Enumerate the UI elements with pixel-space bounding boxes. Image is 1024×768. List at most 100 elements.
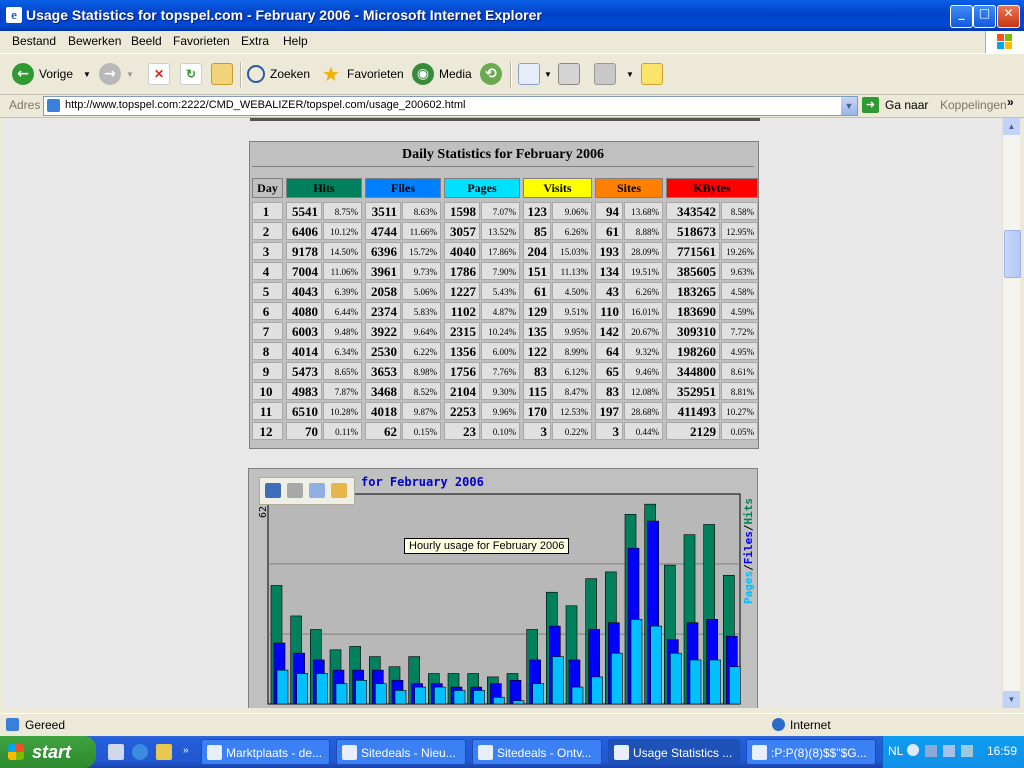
tray-app-icon[interactable] <box>961 745 973 757</box>
home-button[interactable] <box>211 62 233 86</box>
percent-cell: 12.08% <box>624 382 663 400</box>
value-cell: 198260 <box>666 342 720 360</box>
stop-button[interactable]: ✕ <box>148 62 170 86</box>
percent-cell: 6.44% <box>323 302 362 320</box>
refresh-button[interactable]: ↻ <box>180 62 202 86</box>
table-row: 2 6406 10.12% 4744 11.66% 3057 13.52% 85 6.26% 61… <box>252 222 758 241</box>
bar-pages <box>512 700 525 705</box>
percent-cell: 9.64% <box>402 322 441 340</box>
print-icon <box>558 63 580 85</box>
minimize-button[interactable]: _ <box>950 5 973 28</box>
value-cell: 4040 <box>444 242 480 260</box>
forward-button[interactable]: → ▼ <box>99 62 134 86</box>
start-button[interactable]: start <box>0 736 96 768</box>
media-button[interactable]: ◉ Media <box>412 62 472 86</box>
day-cell: 7 <box>252 322 283 340</box>
maximize-button[interactable]: □ <box>973 5 996 28</box>
window-icon <box>478 745 493 760</box>
folder-icon[interactable] <box>331 483 347 498</box>
menu-beeld[interactable]: Beeld <box>131 34 162 48</box>
bar-pages <box>689 659 702 705</box>
bar-pages <box>434 686 446 705</box>
tray-arrow-icon[interactable] <box>907 744 919 756</box>
value-cell: 142 <box>595 322 623 340</box>
search-button[interactable]: Zoeken <box>247 62 310 86</box>
bar-pages <box>355 679 367 705</box>
menu-favorieten[interactable]: Favorieten <box>173 34 230 48</box>
value-cell: 2104 <box>444 382 480 400</box>
value-cell: 2315 <box>444 322 480 340</box>
print-icon[interactable] <box>287 483 303 498</box>
task-sitedeals-nieuw[interactable]: Sitedeals - Nieu... <box>336 739 466 765</box>
edit-button[interactable]: ▼ <box>594 62 634 86</box>
vertical-scrollbar[interactable]: ▲ ▼ <box>1002 118 1021 708</box>
percent-cell: 7.87% <box>323 382 362 400</box>
task-chat[interactable]: :P:P(8)(8)$$"$G... <box>746 739 876 765</box>
back-button[interactable]: ← Vorige ▼ <box>12 62 91 86</box>
scroll-thumb[interactable] <box>1004 230 1021 278</box>
scroll-up-icon[interactable]: ▲ <box>1003 118 1020 135</box>
menu-extra[interactable]: Extra <box>241 34 269 48</box>
messenger-button[interactable] <box>641 62 663 86</box>
value-cell: 170 <box>523 402 551 420</box>
mail-icon[interactable] <box>309 483 325 498</box>
page-viewport: Daily Statistics for February 2006 Day Hi… <box>4 118 1002 708</box>
menu-help[interactable]: Help <box>283 34 308 48</box>
close-button[interactable]: ✕ <box>997 5 1020 28</box>
favorites-button[interactable]: ★ Favorieten <box>320 62 404 86</box>
go-label: Ga naar <box>885 98 929 112</box>
media-quicklaunch-icon[interactable] <box>156 744 172 760</box>
value-cell: 3511 <box>365 202 401 220</box>
bar-pages <box>729 666 741 705</box>
value-cell: 85 <box>523 222 551 240</box>
back-label: Vorige <box>39 67 74 81</box>
address-input[interactable]: http://www.topspel.com:2222/CMD_WEBALIZE… <box>43 96 858 116</box>
language-indicator[interactable]: NL <box>888 744 903 758</box>
value-cell: 65 <box>595 362 623 380</box>
bar-pages <box>375 683 387 705</box>
task-marktplaats[interactable]: Marktplaats - de... <box>201 739 330 765</box>
scroll-down-icon[interactable]: ▼ <box>1003 691 1020 708</box>
print-button[interactable] <box>558 62 580 86</box>
value-cell: 23 <box>444 422 480 440</box>
table-title: Daily Statistics for February 2006 <box>252 144 754 167</box>
address-dropdown-icon[interactable]: ▼ <box>841 97 857 115</box>
task-sitedeals-ontv[interactable]: Sitedeals - Ontv... <box>472 739 602 765</box>
percent-cell: 9.51% <box>552 302 592 320</box>
percent-cell: 4.50% <box>552 282 592 300</box>
percent-cell: 8.98% <box>402 362 441 380</box>
menu-bewerken[interactable]: Bewerken <box>68 34 121 48</box>
go-arrow-icon: ➜ <box>862 97 879 113</box>
ie-quicklaunch-icon[interactable] <box>132 744 148 760</box>
chevron-down-icon: ▼ <box>544 69 552 79</box>
page-status-icon <box>6 718 19 731</box>
history-button[interactable]: ⟲ <box>480 62 507 86</box>
value-cell: 123 <box>523 202 551 220</box>
value-cell: 61 <box>523 282 551 300</box>
chevron-right-icon[interactable]: » <box>1007 95 1014 109</box>
value-cell: 134 <box>595 262 623 280</box>
percent-cell: 0.15% <box>402 422 441 440</box>
mail-button[interactable]: ▼ <box>518 62 552 86</box>
percent-cell: 8.81% <box>721 382 758 400</box>
bar-pages <box>335 683 348 705</box>
go-button[interactable]: ➜ Ga naar <box>862 97 928 113</box>
day-cell: 11 <box>252 402 283 420</box>
percent-cell: 28.09% <box>624 242 663 260</box>
column-header-sites: Sites <box>595 178 663 198</box>
save-icon[interactable] <box>265 483 281 498</box>
value-cell: 518673 <box>666 222 720 240</box>
value-cell: 3057 <box>444 222 480 240</box>
bar-pages <box>630 619 643 705</box>
network-icon[interactable] <box>943 745 955 757</box>
network-icon[interactable] <box>925 745 937 757</box>
quicklaunch-icon[interactable] <box>108 744 124 760</box>
bar-pages <box>316 673 328 705</box>
value-cell: 411493 <box>666 402 720 420</box>
menu-bestand[interactable]: Bestand <box>12 34 56 48</box>
percent-cell: 8.99% <box>552 342 592 360</box>
links-toolbar[interactable]: Koppelingen <box>940 98 1007 112</box>
task-usage-statistics[interactable]: Usage Statistics ... <box>608 739 740 765</box>
windows-flag-icon <box>8 744 24 760</box>
chevron-right-icon[interactable]: » <box>183 745 189 756</box>
